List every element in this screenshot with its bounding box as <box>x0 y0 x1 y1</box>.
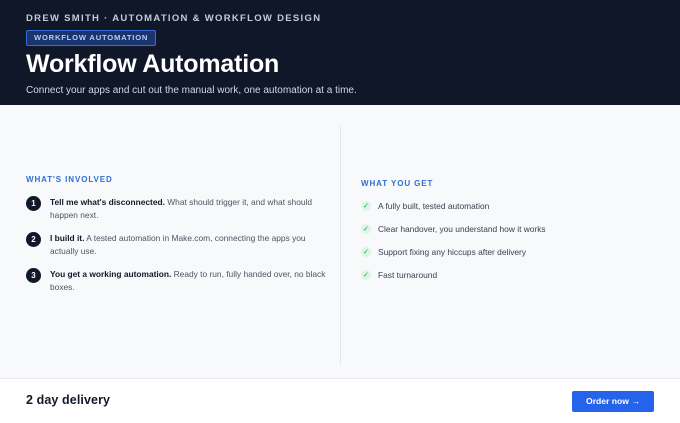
step-item: 2 I build it. A tested automation in Mak… <box>26 232 326 257</box>
benefit-text: Clear handover, you understand how it wo… <box>378 224 546 234</box>
step-number-badge: 3 <box>26 268 41 283</box>
step-item: 1 Tell me what's disconnected. What shou… <box>26 196 326 221</box>
page-subtitle: Connect your apps and cut out the manual… <box>26 85 357 96</box>
step-title: I build it. <box>50 233 85 243</box>
step-title: You get a working automation. <box>50 269 172 279</box>
what-you-get-heading: WHAT YOU GET <box>361 179 434 188</box>
column-divider <box>340 125 341 365</box>
order-footer: 2 day delivery Order now → <box>0 378 680 423</box>
order-now-button[interactable]: Order now → <box>572 391 654 412</box>
step-item: 3 You get a working automation. Ready to… <box>26 268 326 293</box>
benefit-text: A fully built, tested automation <box>378 201 490 211</box>
benefit-text: Fast turnaround <box>378 270 438 280</box>
benefit-item: ✓ Clear handover, you understand how it … <box>361 223 661 235</box>
check-icon: ✓ <box>361 224 371 234</box>
check-icon: ✓ <box>361 270 371 280</box>
category-badge: WORKFLOW AUTOMATION <box>26 30 157 46</box>
details-panel: WHAT'S INVOLVED 1 Tell me what's disconn… <box>0 105 680 378</box>
step-number-badge: 1 <box>26 196 41 211</box>
whats-involved-heading: WHAT'S INVOLVED <box>26 175 113 184</box>
check-icon: ✓ <box>361 201 371 211</box>
seller-eyebrow: DREW SMITH · AUTOMATION & WORKFLOW DESIG… <box>26 13 322 24</box>
benefit-text: Support fixing any hiccups after deliver… <box>378 247 527 257</box>
step-text: A tested automation in Make.com, connect… <box>50 233 306 256</box>
check-icon: ✓ <box>361 247 371 257</box>
delivery-time: 2 day delivery <box>26 393 111 407</box>
page-title: Workflow Automation <box>26 50 280 78</box>
benefit-item: ✓ A fully built, tested automation <box>361 200 661 212</box>
step-number-badge: 2 <box>26 232 41 247</box>
step-title: Tell me what's disconnected. <box>50 197 165 207</box>
benefit-item: ✓ Support fixing any hiccups after deliv… <box>361 246 661 258</box>
benefit-item: ✓ Fast turnaround <box>361 269 661 281</box>
whats-involved-section: WHAT'S INVOLVED 1 Tell me what's disconn… <box>26 175 326 293</box>
what-you-get-section: WHAT YOU GET ✓ A fully built, tested aut… <box>361 179 661 281</box>
hero-header: DREW SMITH · AUTOMATION & WORKFLOW DESIG… <box>0 0 680 105</box>
